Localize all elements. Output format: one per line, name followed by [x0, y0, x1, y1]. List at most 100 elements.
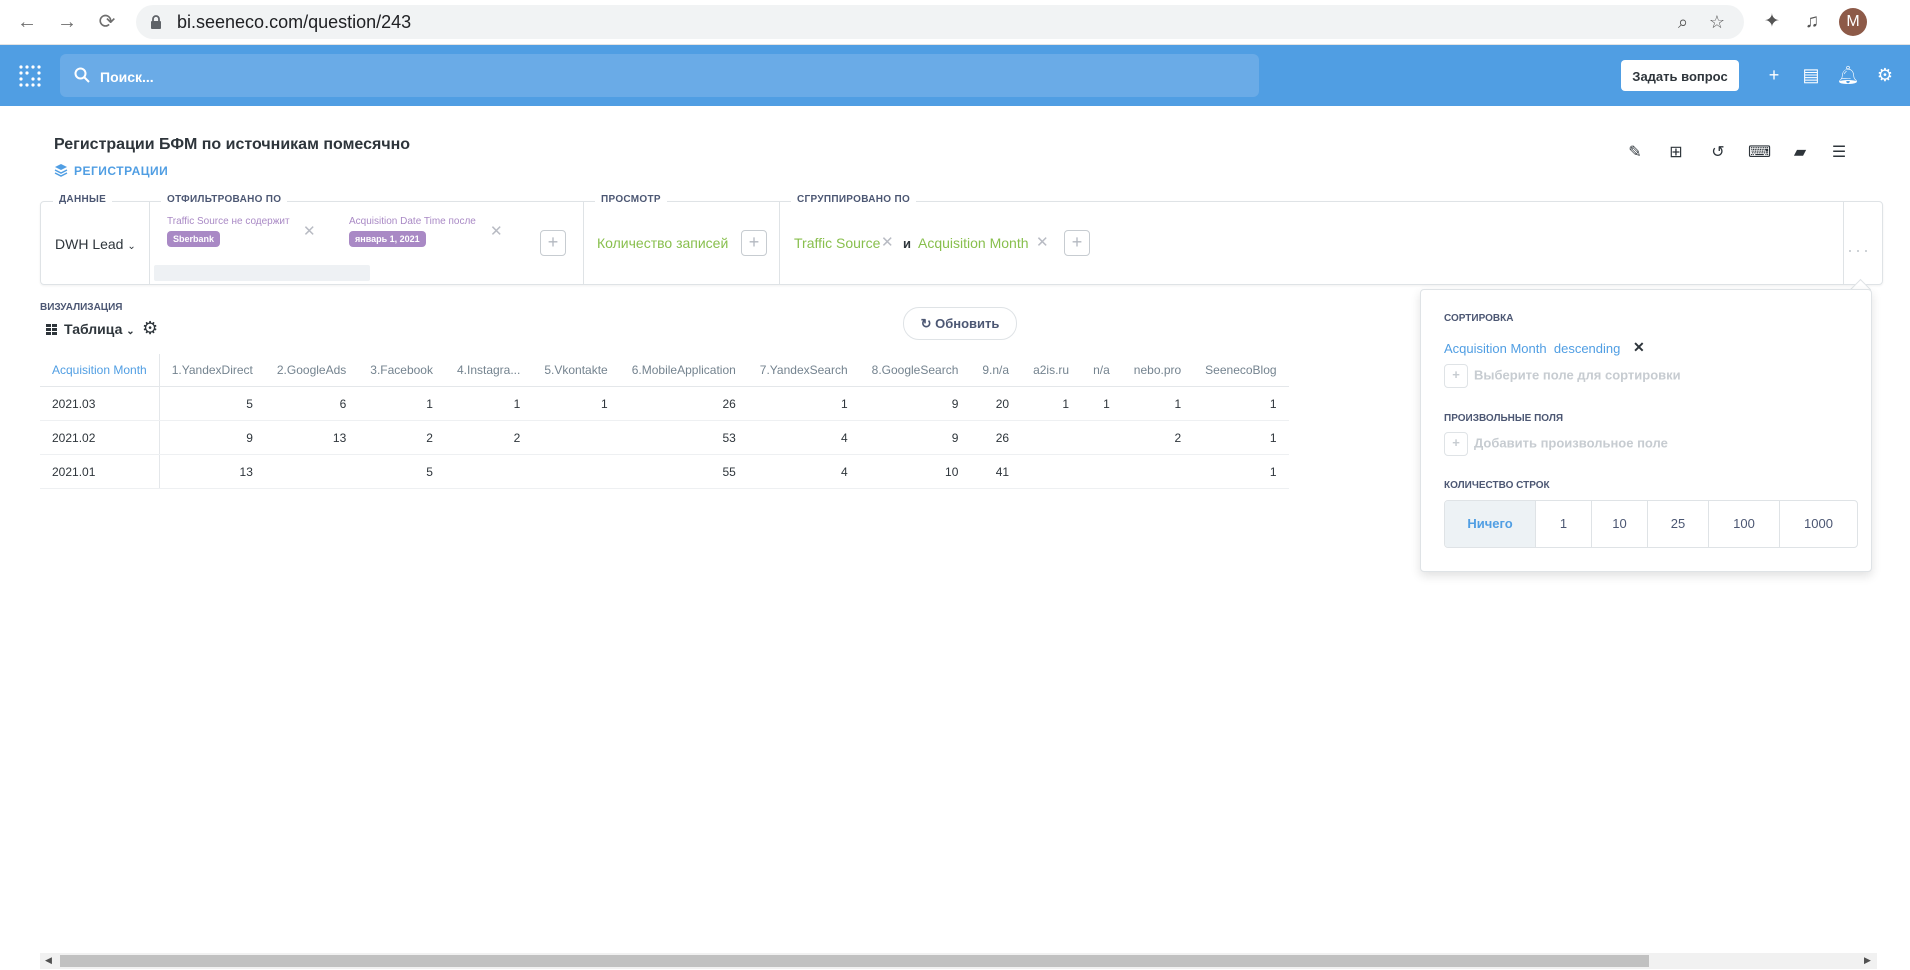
table-cell[interactable]: [1081, 420, 1122, 455]
column-header[interactable]: 1.YandexDirect: [159, 354, 265, 387]
table-cell[interactable]: 2: [444, 420, 533, 455]
scroll-left-arrow-icon[interactable]: ◀: [45, 955, 52, 966]
horizontal-scrollbar[interactable]: ◀ ▶: [40, 953, 1877, 969]
address-bar[interactable]: bi.seeneco.com/question/243 ⌕ ☆: [136, 5, 1744, 39]
table-cell[interactable]: 13: [264, 420, 359, 455]
table-cell[interactable]: 1: [1021, 386, 1082, 421]
table-cell[interactable]: [532, 454, 620, 489]
table-cell[interactable]: 2: [1121, 420, 1194, 455]
column-header[interactable]: 4.Instagra...: [444, 354, 533, 387]
table-cell[interactable]: 1: [532, 386, 620, 421]
add-to-dashboard-icon[interactable]: ⊞: [1665, 142, 1687, 164]
forward-arrow-icon[interactable]: →: [55, 10, 79, 34]
row-limit-option[interactable]: 100: [1709, 501, 1780, 547]
more-options-icon[interactable]: ···: [1847, 240, 1871, 261]
settings-gear-icon[interactable]: ⚙: [1873, 63, 1897, 87]
extensions-icon[interactable]: ✦: [1760, 10, 1784, 34]
row-limit-option[interactable]: 25: [1648, 501, 1709, 547]
row-limit-option[interactable]: Ничего: [1445, 501, 1536, 547]
viz-settings-gear-icon[interactable]: ⚙: [142, 318, 158, 339]
edit-pencil-icon[interactable]: ✎: [1624, 142, 1646, 164]
table-cell[interactable]: [264, 454, 359, 489]
table-cell[interactable]: 1: [1081, 386, 1122, 421]
visualization-type-select[interactable]: Таблица ⌄: [46, 321, 135, 337]
column-header[interactable]: n/a: [1081, 354, 1122, 387]
add-group-button[interactable]: +: [1064, 230, 1090, 256]
table-cell[interactable]: [532, 420, 620, 455]
table-cell[interactable]: 55: [619, 454, 748, 489]
bookmark-star-icon[interactable]: ☆: [1706, 11, 1728, 33]
table-cell[interactable]: 41: [970, 454, 1022, 489]
column-header[interactable]: 3.Facebook: [358, 354, 445, 387]
search-bar[interactable]: [60, 54, 1259, 99]
row-limit-option[interactable]: 10: [1592, 501, 1648, 547]
reload-icon[interactable]: ⟳: [95, 10, 119, 34]
filter-2-field[interactable]: Acquisition Date Time после: [349, 216, 476, 227]
search-input[interactable]: [98, 54, 1242, 99]
back-arrow-icon[interactable]: ←: [15, 10, 39, 34]
table-cell[interactable]: [1021, 454, 1082, 489]
filter-1-field[interactable]: Traffic Source не содержит: [167, 216, 290, 227]
scroll-right-arrow-icon[interactable]: ▶: [1864, 955, 1871, 966]
column-header[interactable]: SeenecoBlog: [1193, 354, 1289, 387]
table-cell[interactable]: [444, 454, 533, 489]
data-source-select[interactable]: DWH Lead ⌄: [55, 236, 136, 252]
table-cell[interactable]: 5: [358, 454, 445, 489]
column-header[interactable]: 5.Vkontakte: [532, 354, 620, 387]
column-header[interactable]: nebo.pro: [1121, 354, 1194, 387]
table-cell[interactable]: 6: [264, 386, 359, 421]
book-icon[interactable]: ▰: [1789, 142, 1811, 164]
zoom-icon[interactable]: ⌕: [1672, 11, 1694, 33]
table-cell[interactable]: 13: [159, 454, 265, 489]
add-sort-field[interactable]: + Выберите поле для сортировки: [1444, 364, 1681, 388]
sql-console-icon[interactable]: ⌨: [1748, 142, 1771, 164]
table-cell[interactable]: 2021.01: [40, 454, 160, 489]
row-limit-option[interactable]: 1: [1536, 501, 1592, 547]
remove-group-2-icon[interactable]: ✕: [1036, 233, 1049, 251]
add-metric-button[interactable]: +: [741, 230, 767, 256]
table-cell[interactable]: 1: [1193, 454, 1289, 489]
media-control-icon[interactable]: ♫: [1800, 10, 1824, 34]
filter-1-value[interactable]: Sberbank: [167, 231, 221, 247]
remove-sort-close-icon[interactable]: ✕: [1633, 339, 1645, 356]
filter-2-value[interactable]: январь 1, 2021: [349, 231, 426, 247]
remove-filter-1-icon[interactable]: ✕: [303, 222, 316, 240]
table-cell[interactable]: 5: [159, 386, 265, 421]
history-icon[interactable]: ↺: [1707, 142, 1729, 164]
table-cell[interactable]: 4: [747, 454, 860, 489]
notification-bell-icon[interactable]: 🔔︎: [1836, 63, 1860, 87]
table-cell[interactable]: 26: [619, 386, 748, 421]
remove-group-1-icon[interactable]: ✕: [881, 233, 894, 251]
menu-hamburger-icon[interactable]: ☰: [1828, 142, 1850, 164]
table-cell[interactable]: 2021.02: [40, 420, 160, 455]
table-cell[interactable]: 1: [358, 386, 445, 421]
remove-filter-2-icon[interactable]: ✕: [490, 222, 503, 240]
add-filter-button[interactable]: +: [540, 230, 566, 256]
table-cell[interactable]: 10: [859, 454, 971, 489]
metric-count[interactable]: Количество записей: [597, 235, 728, 251]
table-cell[interactable]: 9: [159, 420, 265, 455]
collection-link[interactable]: РЕГИСТРАЦИИ: [54, 163, 168, 178]
browse-data-icon[interactable]: ▤: [1799, 63, 1823, 87]
column-header[interactable]: 9.n/a: [970, 354, 1022, 387]
table-cell[interactable]: 1: [444, 386, 533, 421]
table-cell[interactable]: 2021.03: [40, 386, 160, 421]
table-cell[interactable]: 1: [1121, 386, 1194, 421]
group-traffic-source[interactable]: Traffic Source: [794, 235, 880, 251]
column-header[interactable]: 7.YandexSearch: [747, 354, 860, 387]
table-cell[interactable]: 20: [970, 386, 1022, 421]
table-cell[interactable]: 4: [747, 420, 860, 455]
sort-item[interactable]: Acquisition Month descending: [1444, 341, 1620, 356]
table-cell[interactable]: 2: [358, 420, 445, 455]
row-limit-option[interactable]: 1000: [1780, 501, 1857, 547]
table-cell[interactable]: 1: [747, 386, 860, 421]
sort-direction[interactable]: descending: [1554, 341, 1621, 356]
table-cell[interactable]: 26: [970, 420, 1022, 455]
table-cell[interactable]: 53: [619, 420, 748, 455]
new-plus-icon[interactable]: +: [1762, 63, 1786, 87]
column-header[interactable]: 2.GoogleAds: [264, 354, 359, 387]
column-header[interactable]: a2is.ru: [1021, 354, 1082, 387]
table-cell[interactable]: 9: [859, 386, 971, 421]
refresh-button[interactable]: ↻ Обновить: [903, 307, 1017, 340]
table-cell[interactable]: 1: [1193, 420, 1289, 455]
